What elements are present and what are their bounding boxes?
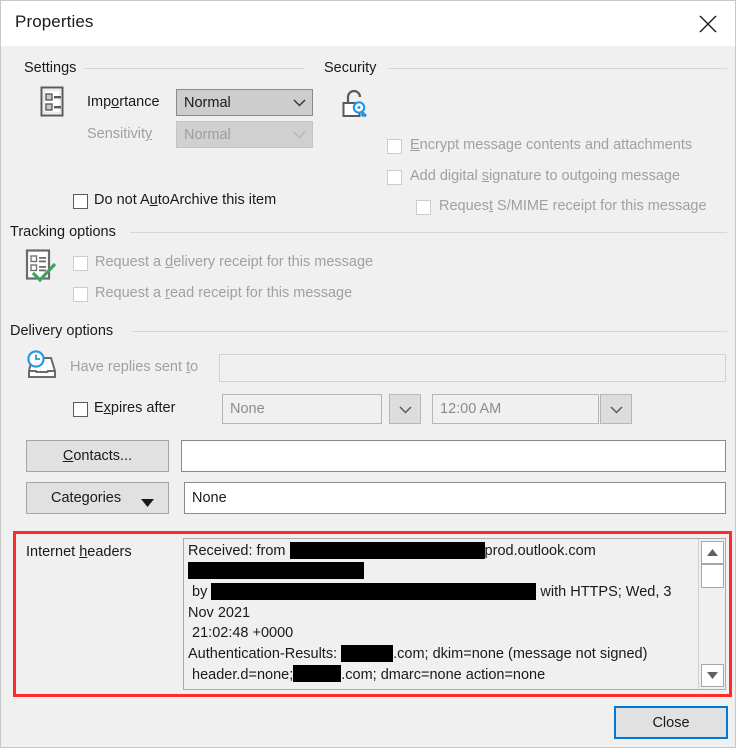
read-receipt-label: Request a read receipt for this message bbox=[95, 285, 353, 301]
digital-signature-label: Add digital signature to outgoing messag… bbox=[410, 168, 681, 184]
chevron-down-icon bbox=[398, 405, 412, 414]
expires-after-label: Expires after bbox=[94, 400, 176, 416]
redacted-text-block bbox=[289, 541, 485, 559]
sensitivity-combo[interactable]: Normal bbox=[176, 121, 313, 148]
redacted-text-block bbox=[188, 562, 364, 580]
properties-dialog: Properties Settings Importance Normal Se… bbox=[0, 0, 736, 748]
digital-signature-checkbox[interactable] bbox=[387, 170, 402, 185]
redacted-text-block bbox=[211, 582, 537, 600]
chevron-down-icon bbox=[286, 130, 312, 139]
scroll-thumb[interactable] bbox=[701, 564, 724, 588]
lock-key-icon bbox=[338, 88, 372, 126]
internet-headers-label: Internet headers bbox=[26, 544, 132, 560]
close-icon[interactable] bbox=[685, 1, 731, 46]
contacts-field[interactable] bbox=[181, 440, 726, 472]
dialog-body: Settings Importance Normal Sensitivity N… bbox=[2, 46, 735, 747]
categories-field[interactable]: None bbox=[184, 482, 726, 514]
triangle-down-icon bbox=[141, 495, 154, 511]
sensitivity-label: Sensitivity bbox=[87, 126, 153, 142]
window-title: Properties bbox=[15, 12, 94, 31]
smime-receipt-label: Request S/MIME receipt for this message bbox=[439, 198, 707, 214]
categories-button[interactable]: Categories bbox=[26, 482, 169, 514]
encrypt-label: Encrypt message contents and attachments bbox=[410, 137, 693, 153]
expires-time-dropdown-button[interactable] bbox=[600, 394, 632, 424]
encrypt-checkbox[interactable] bbox=[387, 139, 402, 154]
internet-headers-text: Received: from prod.outlook.com by with … bbox=[188, 541, 672, 683]
tracking-group-rule bbox=[130, 232, 727, 233]
importance-combo[interactable]: Normal bbox=[176, 89, 313, 116]
security-group-rule bbox=[388, 68, 727, 69]
replies-to-field[interactable] bbox=[219, 354, 726, 382]
settings-group-label: Settings bbox=[24, 60, 77, 76]
delivery-receipt-label: Request a delivery receipt for this mess… bbox=[95, 254, 374, 270]
internet-headers-textarea[interactable]: Received: from prod.outlook.com by with … bbox=[183, 538, 726, 690]
contacts-button-label: Contacts... bbox=[62, 448, 133, 464]
categories-button-label: Categories bbox=[51, 490, 122, 506]
expires-time-input[interactable]: 12:00 AM bbox=[432, 394, 599, 424]
close-button-label: Close bbox=[652, 714, 690, 731]
redacted-text-block bbox=[341, 644, 394, 662]
contacts-button[interactable]: Contacts... bbox=[26, 440, 169, 472]
inbox-clock-icon bbox=[24, 350, 60, 388]
expires-date-value: None bbox=[230, 401, 265, 417]
delivery-group-rule bbox=[133, 331, 727, 332]
internet-headers-scrollbar[interactable] bbox=[698, 539, 725, 689]
importance-value: Normal bbox=[184, 94, 231, 111]
categories-value: None bbox=[192, 490, 227, 506]
chevron-down-icon bbox=[609, 405, 623, 414]
expires-date-dropdown-button[interactable] bbox=[389, 394, 421, 424]
replies-to-label: Have replies sent to bbox=[70, 359, 199, 375]
read-receipt-checkbox[interactable] bbox=[73, 287, 88, 302]
chevron-down-icon bbox=[286, 98, 312, 107]
importance-list-icon bbox=[38, 86, 66, 122]
tracking-group-label: Tracking options bbox=[10, 224, 116, 240]
autoarchive-checkbox[interactable] bbox=[73, 194, 88, 209]
expires-date-input[interactable]: None bbox=[222, 394, 382, 424]
sensitivity-value: Normal bbox=[184, 126, 231, 143]
expires-time-value: 12:00 AM bbox=[440, 401, 502, 417]
autoarchive-label: Do not AutoArchive this item bbox=[94, 192, 277, 208]
checklist-check-icon bbox=[24, 249, 58, 287]
settings-group-rule bbox=[84, 68, 304, 69]
title-bar: Properties bbox=[1, 1, 735, 46]
delivery-group-label: Delivery options bbox=[10, 323, 114, 339]
expires-after-checkbox[interactable] bbox=[73, 402, 88, 417]
smime-receipt-checkbox[interactable] bbox=[416, 200, 431, 215]
scroll-down-arrow-icon[interactable] bbox=[701, 664, 724, 687]
delivery-receipt-checkbox[interactable] bbox=[73, 256, 88, 271]
security-group-label: Security bbox=[324, 60, 377, 76]
importance-label: Importance bbox=[87, 94, 160, 110]
redacted-text-block bbox=[293, 665, 342, 683]
close-button[interactable]: Close bbox=[614, 706, 728, 739]
scroll-up-arrow-icon[interactable] bbox=[701, 541, 724, 564]
